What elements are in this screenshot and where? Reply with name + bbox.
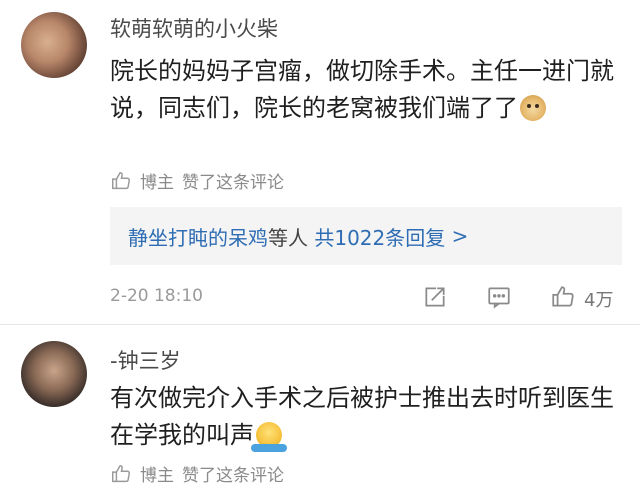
replies-preview[interactable]: 静坐打盹的呆鸡 等人 共1022条回复 > <box>110 207 622 265</box>
liked-by-label: 博主 <box>140 173 174 193</box>
shrug-emoji-icon <box>251 422 287 452</box>
chevron-right-icon: > <box>451 224 469 248</box>
author-liked-row: 博主 赞了这条评论 <box>110 461 284 486</box>
username[interactable]: -钟三岁 <box>110 345 181 375</box>
reply-user-link[interactable]: 静坐打盹的呆鸡 <box>128 222 268 251</box>
liked-text: 赞了这条评论 <box>182 173 284 193</box>
doge-emoji-icon <box>520 95 546 121</box>
share-icon[interactable] <box>422 284 448 310</box>
liked-text: 赞了这条评论 <box>182 466 284 486</box>
comment-body: 有次做完介入手术之后被护士推出去时听到医生在学我的叫声 <box>110 384 614 449</box>
thumbs-up-icon <box>112 464 130 482</box>
author-liked-row: 博主 赞了这条评论 <box>110 168 284 193</box>
comment-item: 软萌软萌的小火柴 院长的妈妈子宫瘤，做切除手术。主任一进门就说，同志们，院长的老… <box>0 0 640 325</box>
liked-by-label: 博主 <box>140 466 174 486</box>
comment-meta: 2-20 18:10 4万 <box>110 284 622 312</box>
username[interactable]: 软萌软萌的小火柴 <box>110 13 278 43</box>
avatar[interactable] <box>21 12 87 78</box>
thumbs-up-icon <box>112 171 130 189</box>
reply-mid-text: 等人 <box>268 225 308 250</box>
comment-icon[interactable] <box>486 284 512 310</box>
timestamp: 2-20 18:10 <box>110 286 203 306</box>
like-count: 4万 <box>584 290 614 311</box>
comment-text: 院长的妈妈子宫瘤，做切除手术。主任一进门就说，同志们，院长的老窝被我们端了了 <box>110 53 622 127</box>
reply-count-link[interactable]: 共1022条回复 <box>314 222 445 251</box>
comment-item: -钟三岁 有次做完介入手术之后被护士推出去时听到医生在学我的叫声 博主 赞了这条… <box>0 325 640 497</box>
thumbs-up-icon[interactable] <box>550 284 576 310</box>
avatar[interactable] <box>21 341 87 407</box>
comment-text: 有次做完介入手术之后被护士推出去时听到医生在学我的叫声 <box>110 380 622 454</box>
